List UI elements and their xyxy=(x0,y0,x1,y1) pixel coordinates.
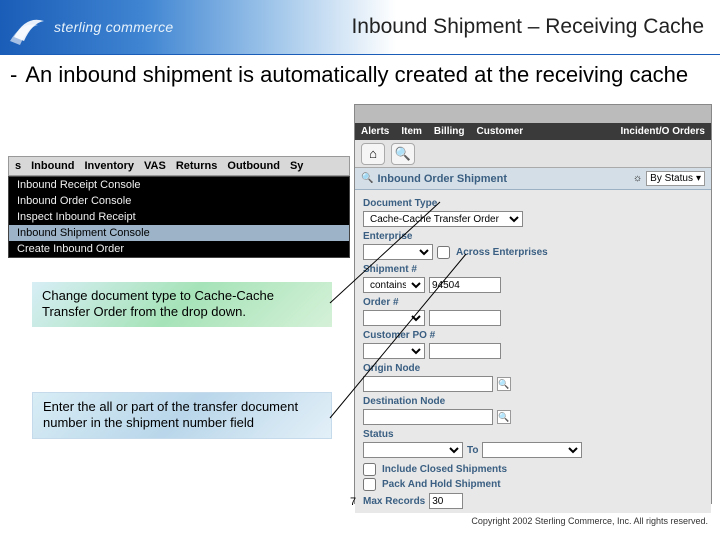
slide-header: sterling commerce Inbound Shipment – Rec… xyxy=(0,0,720,54)
label-status: Status xyxy=(363,429,703,440)
label-doc-type: Document Type xyxy=(363,198,703,209)
bullet-marker: - xyxy=(10,62,17,88)
menu-item[interactable]: Inbound Receipt Console xyxy=(9,177,349,193)
label-enterprise: Enterprise xyxy=(363,231,703,242)
search-title: Inbound Order Shipment xyxy=(377,173,629,185)
shipment-number-input[interactable] xyxy=(429,277,501,293)
label-order: Order # xyxy=(363,297,703,308)
lookup-icon[interactable]: 🔍 xyxy=(497,410,511,424)
tab-alerts[interactable]: Alerts xyxy=(361,126,389,137)
menu-screenshot: s Inbound Inventory VAS Returns Outbound… xyxy=(8,156,350,258)
menu-bar-item: VAS xyxy=(144,160,166,172)
search-form: Document Type Cache-Cache Transfer Order… xyxy=(355,190,711,513)
menu-bar-item: Returns xyxy=(176,160,218,172)
app-window-chrome xyxy=(355,105,711,123)
max-records-input[interactable] xyxy=(429,493,463,509)
header-underline xyxy=(0,54,720,55)
include-closed-checkbox[interactable] xyxy=(363,463,376,476)
label-pack-hold: Pack And Hold Shipment xyxy=(382,479,501,490)
instruction-box-1: Change document type to Cache-Cache Tran… xyxy=(32,282,332,327)
brand-block: sterling commerce xyxy=(0,7,173,47)
doc-type-select[interactable]: Cache-Cache Transfer Order xyxy=(363,211,523,227)
search-panel-header: 🔍 Inbound Order Shipment ☼ By Status▾ xyxy=(355,168,711,190)
label-origin: Origin Node xyxy=(363,363,703,374)
content-stage: s Inbound Inventory VAS Returns Outbound… xyxy=(0,112,720,540)
origin-node-input[interactable] xyxy=(363,376,493,392)
label-shipment: Shipment # xyxy=(363,264,703,275)
home-icon[interactable]: ⌂ xyxy=(361,143,385,165)
label-max: Max Records xyxy=(363,496,425,507)
slide-title: Inbound Shipment – Receiving Cache xyxy=(351,15,704,39)
label-include-closed: Include Closed Shipments xyxy=(382,464,507,475)
pack-hold-checkbox[interactable] xyxy=(363,478,376,491)
by-status-select[interactable]: By Status▾ xyxy=(646,171,705,186)
menu-dropdown: Inbound Receipt Console Inbound Order Co… xyxy=(8,176,350,258)
order-op-select[interactable] xyxy=(363,310,425,326)
page-number: 7 xyxy=(350,496,356,508)
tab-item[interactable]: Item xyxy=(401,126,422,137)
label-po: Customer PO # xyxy=(363,330,703,341)
menu-bar-item: s xyxy=(15,160,21,172)
search-icon: 🔍 xyxy=(361,173,373,184)
app-tabs: Alerts Item Billing Customer Incident/O … xyxy=(355,123,711,140)
label-across: Across Enterprises xyxy=(456,247,548,258)
bullet-area: - An inbound shipment is automatically c… xyxy=(0,54,720,88)
copyright: Copyright 2002 Sterling Commerce, Inc. A… xyxy=(471,516,708,526)
menu-item[interactable]: Inspect Inbound Receipt xyxy=(9,209,349,225)
order-number-input[interactable] xyxy=(429,310,501,326)
menu-bar-item: Outbound xyxy=(227,160,280,172)
menu-bar-item: Inbound xyxy=(31,160,74,172)
label-to: To xyxy=(467,445,478,456)
brand-text: sterling commerce xyxy=(54,19,173,35)
tab-incident[interactable]: Incident/O Orders xyxy=(621,127,705,137)
status-to-select[interactable] xyxy=(482,442,582,458)
bullet-text: An inbound shipment is automatically cre… xyxy=(25,62,688,88)
menu-bar: s Inbound Inventory VAS Returns Outbound… xyxy=(8,156,350,176)
enterprise-select[interactable] xyxy=(363,244,433,260)
po-op-select[interactable] xyxy=(363,343,425,359)
menu-bar-item: Sy xyxy=(290,160,303,172)
menu-item[interactable]: Inbound Order Console xyxy=(9,193,349,209)
chevron-down-icon: ▾ xyxy=(696,173,701,184)
tab-customer[interactable]: Customer xyxy=(476,126,523,137)
label-dest: Destination Node xyxy=(363,396,703,407)
shipment-op-select[interactable]: contains xyxy=(363,277,425,293)
app-screenshot: Alerts Item Billing Customer Incident/O … xyxy=(354,104,712,504)
status-from-select[interactable] xyxy=(363,442,463,458)
instruction-box-2: Enter the all or part of the transfer do… xyxy=(32,392,332,439)
tab-billing[interactable]: Billing xyxy=(434,126,465,137)
logo-icon xyxy=(8,7,48,47)
dest-node-input[interactable] xyxy=(363,409,493,425)
across-enterprises-checkbox[interactable] xyxy=(437,246,450,259)
lookup-icon[interactable]: 🔍 xyxy=(497,377,511,391)
menu-bar-item: Inventory xyxy=(85,160,135,172)
po-number-input[interactable] xyxy=(429,343,501,359)
app-toolbar: ⌂ 🔍 xyxy=(355,140,711,168)
menu-item-highlighted[interactable]: Inbound Shipment Console xyxy=(9,225,349,241)
menu-item[interactable]: Create Inbound Order xyxy=(9,241,349,257)
search-icon[interactable]: 🔍 xyxy=(391,143,415,165)
